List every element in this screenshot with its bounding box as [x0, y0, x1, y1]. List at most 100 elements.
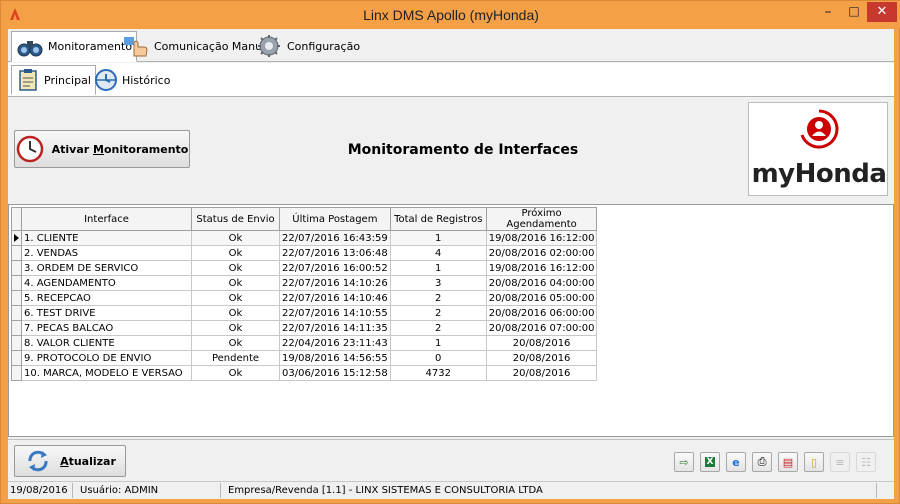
- row-indicator[interactable]: [11, 305, 22, 321]
- document-button[interactable]: ▯: [804, 452, 824, 472]
- cell-interface[interactable]: 8. VALOR CLIENTE: [21, 335, 192, 351]
- table-row[interactable]: 9. PROTOCOLO DE ENVIO Pendente 19/08/2016 …: [11, 350, 598, 366]
- cell-ultima-postagem[interactable]: 22/07/2016 14:10:26: [279, 275, 391, 291]
- cell-ultima-postagem[interactable]: 22/07/2016 13:06:48: [279, 245, 391, 261]
- cell-ultima-postagem[interactable]: 03/06/2016 15:12:58: [279, 365, 391, 381]
- cell-interface[interactable]: 3. ORDEM DE SERVICO: [21, 260, 192, 276]
- row-indicator[interactable]: [11, 365, 22, 381]
- print-button[interactable]: ⎙: [752, 452, 772, 472]
- table-row[interactable]: 3. ORDEM DE SERVICO Ok 22/07/2016 16:00:52…: [11, 260, 598, 276]
- cell-proximo-agendamento[interactable]: 20/08/2016: [485, 335, 598, 351]
- cell-proximo-agendamento[interactable]: 20/08/2016 06:00:00: [485, 305, 598, 321]
- cell-total-registros[interactable]: 0: [389, 350, 487, 366]
- ativar-monitoramento-button[interactable]: Ativar Monitoramento: [14, 130, 190, 168]
- cell-ultima-postagem[interactable]: 22/07/2016 14:10:46: [279, 290, 391, 306]
- table-row[interactable]: 2. VENDAS Ok 22/07/2016 13:06:48 4 20/08/201…: [11, 245, 598, 261]
- excel-button[interactable]: X: [700, 452, 720, 472]
- interfaces-table: Interface Status de Envio Última Postage…: [11, 207, 598, 381]
- export-button[interactable]: ⇨: [674, 452, 694, 472]
- minimize-button[interactable]: –: [815, 4, 841, 24]
- cell-total-registros[interactable]: 4732: [389, 365, 487, 381]
- tab-label: Principal: [44, 73, 91, 87]
- cell-interface[interactable]: 2. VENDAS: [21, 245, 192, 261]
- tree-button[interactable]: ☷: [856, 452, 876, 472]
- current-row-arrow-icon: [14, 234, 19, 242]
- cell-status[interactable]: Ok: [191, 320, 280, 336]
- print-preview-button[interactable]: ▤: [778, 452, 798, 472]
- cell-total-registros[interactable]: 1: [389, 260, 487, 276]
- title-bar[interactable]: Linx DMS Apollo (myHonda) – □ ✕: [1, 1, 900, 29]
- cell-total-registros[interactable]: 2: [389, 290, 487, 306]
- cell-total-registros[interactable]: 3: [389, 275, 487, 291]
- row-indicator[interactable]: [11, 290, 22, 306]
- row-indicator[interactable]: [11, 230, 22, 246]
- maximize-button[interactable]: □: [841, 4, 867, 24]
- page-title: Monitoramento de Interfaces: [347, 142, 579, 158]
- cell-status[interactable]: Ok: [191, 275, 280, 291]
- tab-label: Configuração: [287, 39, 361, 53]
- cell-interface[interactable]: 5. RECEPCAO: [21, 290, 192, 306]
- cell-proximo-agendamento[interactable]: 20/08/2016 02:00:00: [485, 245, 598, 261]
- table-row[interactable]: 5. RECEPCAO Ok 22/07/2016 14:10:46 2 20/08/2…: [11, 290, 598, 306]
- ie-browser-button[interactable]: e: [726, 452, 746, 472]
- row-indicator[interactable]: [11, 245, 22, 261]
- row-indicator[interactable]: [11, 350, 22, 366]
- cell-status[interactable]: Ok: [191, 305, 280, 321]
- row-indicator[interactable]: [11, 260, 22, 276]
- cell-status[interactable]: Ok: [191, 260, 280, 276]
- cell-status[interactable]: Ok: [191, 365, 280, 381]
- tab-principal[interactable]: Principal: [11, 65, 96, 95]
- row-indicator[interactable]: [11, 275, 22, 291]
- column-header-total-registros[interactable]: Total de Registros: [389, 207, 487, 231]
- cell-total-registros[interactable]: 2: [389, 320, 487, 336]
- table-row[interactable]: 10. MARCA, MODELO E VERSAO Ok 03/06/2016 1…: [11, 365, 598, 381]
- cell-proximo-agendamento[interactable]: 20/08/2016: [485, 365, 598, 381]
- cell-interface[interactable]: 1. CLIENTE: [21, 230, 192, 246]
- cell-ultima-postagem[interactable]: 22/07/2016 16:43:59: [279, 230, 391, 246]
- cell-interface[interactable]: 9. PROTOCOLO DE ENVIO: [21, 350, 192, 366]
- cell-total-registros[interactable]: 4: [389, 245, 487, 261]
- cell-total-registros[interactable]: 1: [389, 335, 487, 351]
- cell-proximo-agendamento[interactable]: 20/08/2016 07:00:00: [485, 320, 598, 336]
- atualizar-button[interactable]: Atualizar: [14, 445, 126, 477]
- cell-status[interactable]: Pendente: [191, 350, 280, 366]
- cell-interface[interactable]: 7. PECAS BALCAO: [21, 320, 192, 336]
- cell-total-registros[interactable]: 1: [389, 230, 487, 246]
- cell-proximo-agendamento[interactable]: 20/08/2016 04:00:00: [485, 275, 598, 291]
- cell-total-registros[interactable]: 2: [389, 305, 487, 321]
- row-indicator[interactable]: [11, 335, 22, 351]
- cell-ultima-postagem[interactable]: 19/08/2016 14:56:55: [279, 350, 391, 366]
- table-body: 1. CLIENTE Ok 22/07/2016 16:43:59 1 19/08/20…: [11, 230, 598, 381]
- table-row[interactable]: 8. VALOR CLIENTE Ok 22/04/2016 23:11:43 1 20…: [11, 335, 598, 351]
- row-indicator[interactable]: [11, 320, 22, 336]
- tab-configuracao[interactable]: Configuração: [251, 31, 364, 61]
- cell-proximo-agendamento[interactable]: 19/08/2016 16:12:00: [485, 260, 598, 276]
- table-row[interactable]: 1. CLIENTE Ok 22/07/2016 16:43:59 1 19/08/20…: [11, 230, 598, 246]
- cell-ultima-postagem[interactable]: 22/07/2016 14:10:55: [279, 305, 391, 321]
- cell-interface[interactable]: 6. TEST DRIVE: [21, 305, 192, 321]
- column-header-status[interactable]: Status de Envio: [191, 207, 280, 231]
- cell-ultima-postagem[interactable]: 22/07/2016 16:00:52: [279, 260, 391, 276]
- cell-status[interactable]: Ok: [191, 290, 280, 306]
- tab-historico[interactable]: Histórico: [90, 65, 174, 95]
- column-header-proximo-agendamento[interactable]: Próximo Agendamento: [485, 207, 598, 231]
- column-header-ultima-postagem[interactable]: Última Postagem: [279, 207, 391, 231]
- interfaces-grid[interactable]: Interface Status de Envio Última Postage…: [8, 204, 894, 437]
- table-row[interactable]: 6. TEST DRIVE Ok 22/07/2016 14:10:55 2 20/08…: [11, 305, 598, 321]
- cell-status[interactable]: Ok: [191, 335, 280, 351]
- close-button[interactable]: ✕: [867, 2, 897, 22]
- column-header-interface[interactable]: Interface: [21, 207, 192, 231]
- cell-proximo-agendamento[interactable]: 20/08/2016 05:00:00: [485, 290, 598, 306]
- table-row[interactable]: 4. AGENDAMENTO Ok 22/07/2016 14:10:26 3 20/0…: [11, 275, 598, 291]
- cell-proximo-agendamento[interactable]: 20/08/2016: [485, 350, 598, 366]
- table-row[interactable]: 7. PECAS BALCAO Ok 22/07/2016 14:11:35 2 20/…: [11, 320, 598, 336]
- myhonda-logo: myHonda: [748, 102, 888, 196]
- cell-ultima-postagem[interactable]: 22/07/2016 14:11:35: [279, 320, 391, 336]
- prev-button[interactable]: ≡: [830, 452, 850, 472]
- cell-interface[interactable]: 4. AGENDAMENTO: [21, 275, 192, 291]
- cell-status[interactable]: Ok: [191, 245, 280, 261]
- cell-ultima-postagem[interactable]: 22/04/2016 23:11:43: [279, 335, 391, 351]
- cell-interface[interactable]: 10. MARCA, MODELO E VERSAO: [21, 365, 192, 381]
- cell-proximo-agendamento[interactable]: 19/08/2016 16:12:00: [485, 230, 598, 246]
- cell-status[interactable]: Ok: [191, 230, 280, 246]
